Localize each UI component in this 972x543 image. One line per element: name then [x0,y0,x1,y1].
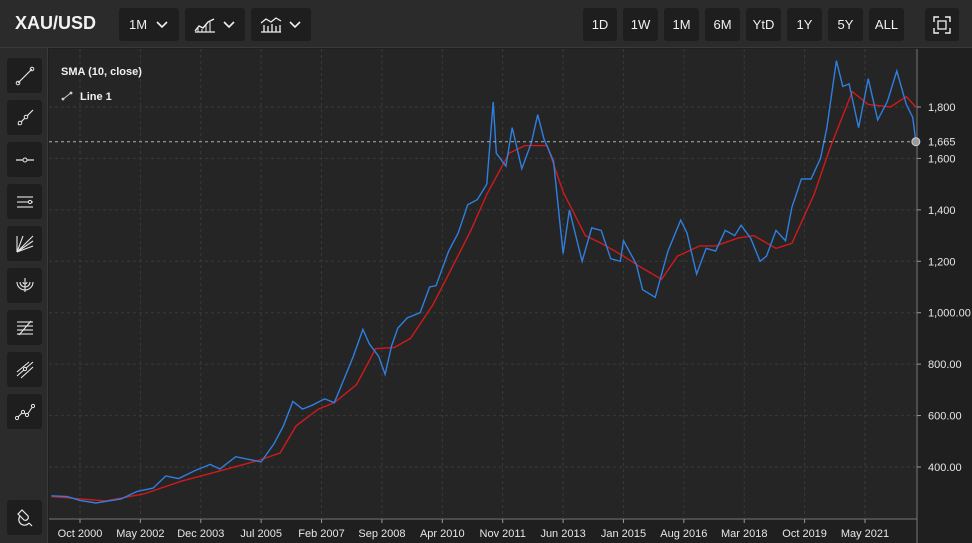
range-6m-button[interactable]: 6M [705,8,740,41]
tool-ray[interactable] [7,100,42,135]
x-tick-label: Nov 2011 [480,528,526,540]
y-tick-label: 1,600 [928,153,956,165]
interval-label: 1M [128,17,148,32]
fib-fan-icon [15,235,33,253]
last-price-marker [911,137,921,147]
x-tick-label: Jan 2015 [601,528,646,540]
x-tick-label: Sep 2008 [358,528,405,540]
horizontal-line-icon [15,157,34,162]
x-tick-label: Oct 2019 [782,528,827,540]
range-all-button[interactable]: ALL [869,8,904,41]
y-tick-label: 1,000.00 [928,308,971,320]
x-tick-label: Aug 2016 [660,528,707,540]
tool-trend-line[interactable] [7,58,42,93]
pitchfork-icon [16,361,33,378]
range-5y-button[interactable]: 5Y [828,8,863,41]
y-tick-label: 1,200 [928,256,956,268]
top-toolbar: XAU/USD 1M 1D 1W 1M 6M YtD 1Y 5Y ALL [0,0,972,48]
fib-arc-icon [15,277,34,292]
y-tick-label: 400.00 [928,462,962,474]
range-1y-button[interactable]: 1Y [787,8,822,41]
legend-line1: Line 1 [80,91,112,103]
interval-dropdown[interactable]: 1M [119,8,179,41]
chart-type-dropdown[interactable] [185,8,245,41]
tool-parallel-channel[interactable] [7,184,42,219]
drawing-toolbar [0,48,48,543]
tool-pitchfork[interactable] [7,352,42,387]
x-tick-label: Apr 2010 [420,528,465,540]
indicators-icon [260,16,282,33]
plot-background [49,49,917,519]
range-1w-button[interactable]: 1W [623,8,658,41]
legend-sma: SMA (10, close) [61,66,142,78]
price-chart[interactable]: 400.00 600.00 800.00 1,000.00 1,200 1,400 1,60… [49,49,972,543]
fib-retracement-icon [16,320,33,335]
range-1d-button[interactable]: 1D [583,8,617,41]
chevron-down-icon [289,20,301,28]
parallel-channel-icon [16,195,33,208]
ray-icon [17,109,33,125]
y-tick-label: 600.00 [928,411,962,423]
symbol-title: XAU/USD [15,13,97,33]
tool-magnet[interactable] [7,500,42,535]
last-price-label: 1,665 [928,137,956,149]
chevron-down-icon [223,20,235,28]
x-tick-label: May 2021 [841,528,889,540]
indicators-dropdown[interactable] [251,8,311,41]
tool-multi-point-line[interactable] [7,394,42,429]
x-tick-label: Jul 2005 [240,528,282,540]
x-tick-label: Oct 2000 [58,528,103,540]
chevron-down-icon [156,20,168,28]
x-tick-label: Mar 2018 [721,528,767,540]
range-ytd-button[interactable]: YtD [746,8,781,41]
fullscreen-icon [933,15,951,34]
range-1m-button[interactable]: 1M [664,8,699,41]
y-tick-label: 1,800 [928,102,956,114]
tool-fib-fan[interactable] [7,226,42,261]
magnet-icon [16,508,32,526]
x-tick-label: Feb 2007 [298,528,344,540]
x-tick-label: Dec 2003 [177,528,224,540]
y-tick-label: 1,400 [928,205,956,217]
multi-point-line-icon [14,403,35,420]
x-tick-label: May 2002 [116,528,164,540]
tool-fib-retracement[interactable] [7,310,42,345]
tool-horizontal-line[interactable] [7,142,42,177]
x-tick-label: Jun 2013 [540,528,585,540]
fullscreen-button[interactable] [925,8,959,41]
area-chart-icon [194,17,215,33]
tool-fib-arc[interactable] [7,268,42,303]
trend-line-icon [15,66,34,85]
y-tick-label: 800.00 [928,359,962,371]
